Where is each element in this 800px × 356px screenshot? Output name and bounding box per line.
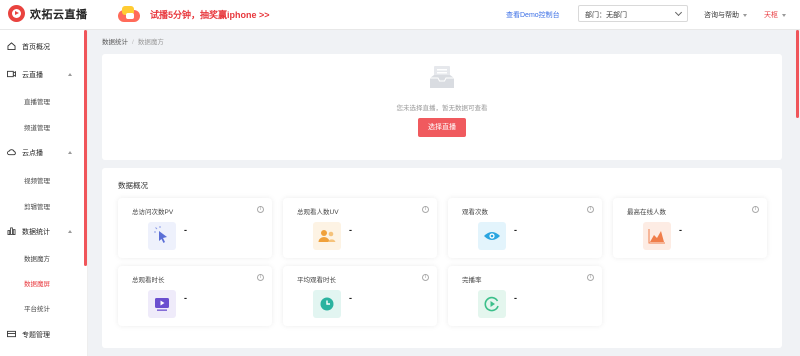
department-value: 部门：无部门: [585, 12, 627, 19]
metric-label: 观看次数: [462, 209, 488, 216]
info-icon[interactable]: i: [422, 206, 429, 213]
collapse-arrow-icon: [68, 230, 72, 233]
metric-label: 最高在线人数: [627, 209, 666, 216]
metric-value: -: [184, 293, 187, 303]
bar-chart-icon: [7, 227, 16, 235]
collapse-arrow-icon: [68, 73, 72, 76]
metric-value: -: [349, 293, 352, 303]
metric-card-views: 观看次数 i -: [448, 198, 602, 258]
home-icon: [7, 42, 16, 50]
sidebar-item-topic[interactable]: 专题管理: [0, 326, 84, 342]
clock-icon: [313, 290, 341, 318]
help-label: 咨询与帮助: [704, 12, 739, 19]
page-scrollbar[interactable]: [796, 30, 799, 118]
sidebar-group-label: 云点播: [22, 150, 43, 157]
sidebar: 首页概况 云直播 直播管理 频道管理 云点播 视频管理 剪辑管理 数据统计 数据…: [0, 30, 88, 356]
metric-card-total-duration: 总观看时长 i -: [118, 266, 272, 326]
metric-value: -: [184, 225, 187, 235]
metric-card-peak-online: 最高在线人数 i -: [613, 198, 767, 258]
info-icon[interactable]: i: [587, 274, 594, 281]
help-menu[interactable]: 咨询与帮助: [704, 10, 747, 20]
metric-card-uv: 总观看人数UV i -: [283, 198, 437, 258]
metric-label: 完播率: [462, 277, 482, 284]
sidebar-item-data-cube[interactable]: 数据魔方: [24, 253, 50, 263]
brand-name: 欢拓云直播: [30, 8, 88, 21]
metric-label: 总访问次数PV: [132, 209, 174, 216]
logo-icon: [8, 5, 25, 22]
sidebar-group-stats[interactable]: 数据统计: [0, 223, 84, 239]
metric-card-avg-duration: 平均观看时长 i -: [283, 266, 437, 326]
sidebar-group-live[interactable]: 云直播: [0, 66, 84, 82]
topic-icon: [7, 330, 16, 338]
data-overview-panel: 数据概况 总访问次数PV i - 总观看人数UV i - 观看次数 i - 最高…: [102, 168, 782, 348]
promo-text: 试播5分钟，抽奖赢iphone >>: [150, 9, 270, 20]
brand-logo[interactable]: 欢拓云直播: [8, 5, 88, 22]
info-icon[interactable]: i: [752, 206, 759, 213]
user-name: 天枢: [764, 12, 778, 19]
department-select[interactable]: 部门：无部门: [578, 5, 688, 22]
sidebar-item-label: 首页概况: [22, 44, 50, 51]
empty-inbox-icon: [430, 66, 454, 88]
play-circle-icon: [478, 290, 506, 318]
cursor-click-icon: [148, 222, 176, 250]
user-menu[interactable]: 天枢: [764, 10, 786, 20]
sidebar-item-platform-stats[interactable]: 平台统计: [24, 303, 50, 313]
metric-label: 总观看人数UV: [297, 209, 339, 216]
section-title: 数据概况: [118, 181, 148, 190]
promo-banner[interactable]: 试播5分钟，抽奖赢iphone >>: [116, 3, 270, 25]
empty-message: 您未选择直播，暂无数据可查看: [396, 105, 488, 112]
metric-label: 平均观看时长: [297, 277, 336, 284]
top-header: 欢拓云直播 试播5分钟，抽奖赢iphone >> 查看Demo控制台 部门：无部…: [0, 0, 800, 30]
eye-icon: [478, 222, 506, 250]
users-icon: [313, 222, 341, 250]
sidebar-item-live-manage[interactable]: 直播管理: [24, 96, 50, 106]
caret-down-icon: [743, 13, 747, 17]
breadcrumb-separator: /: [132, 39, 134, 46]
play-screen-icon: [148, 290, 176, 318]
metric-card-pv: 总访问次数PV i -: [118, 198, 272, 258]
gift-icon: [116, 4, 142, 24]
video-camera-icon: [7, 70, 16, 78]
info-icon[interactable]: i: [257, 206, 264, 213]
caret-down-icon: [782, 13, 786, 17]
sidebar-group-vod[interactable]: 云点播: [0, 144, 84, 160]
demo-console-link[interactable]: 查看Demo控制台: [506, 10, 560, 20]
info-icon[interactable]: i: [587, 206, 594, 213]
breadcrumb-root[interactable]: 数据统计: [102, 39, 128, 46]
metric-value: -: [514, 225, 517, 235]
collapse-arrow-icon: [68, 151, 72, 154]
info-icon[interactable]: i: [422, 274, 429, 281]
empty-state-panel: 您未选择直播，暂无数据可查看 选择直播: [102, 54, 782, 160]
sidebar-item-label: 专题管理: [22, 332, 50, 339]
sidebar-item-home[interactable]: 首页概况: [0, 38, 84, 54]
sidebar-group-label: 数据统计: [22, 229, 50, 236]
breadcrumb: 数据统计 / 数据魔方: [102, 36, 164, 46]
cloud-icon: [7, 149, 16, 156]
metric-card-completion-rate: 完播率 i -: [448, 266, 602, 326]
sidebar-scrollbar[interactable]: [84, 30, 87, 266]
metric-value: -: [679, 225, 682, 235]
metric-value: -: [514, 293, 517, 303]
chevron-down-icon: [674, 8, 683, 17]
sidebar-item-video-manage[interactable]: 视频管理: [24, 175, 50, 185]
metric-value: -: [349, 225, 352, 235]
sidebar-group-label: 云直播: [22, 72, 43, 79]
info-icon[interactable]: i: [257, 274, 264, 281]
breadcrumb-current: 数据魔方: [137, 39, 164, 46]
select-live-button[interactable]: 选择直播: [418, 118, 466, 137]
area-chart-icon: [643, 222, 671, 250]
sidebar-item-clip-manage[interactable]: 剪辑管理: [24, 201, 50, 211]
sidebar-item-data-screen[interactable]: 数据魔屏: [24, 278, 50, 288]
metric-label: 总观看时长: [132, 277, 165, 284]
sidebar-item-channel-manage[interactable]: 频道管理: [24, 122, 50, 132]
